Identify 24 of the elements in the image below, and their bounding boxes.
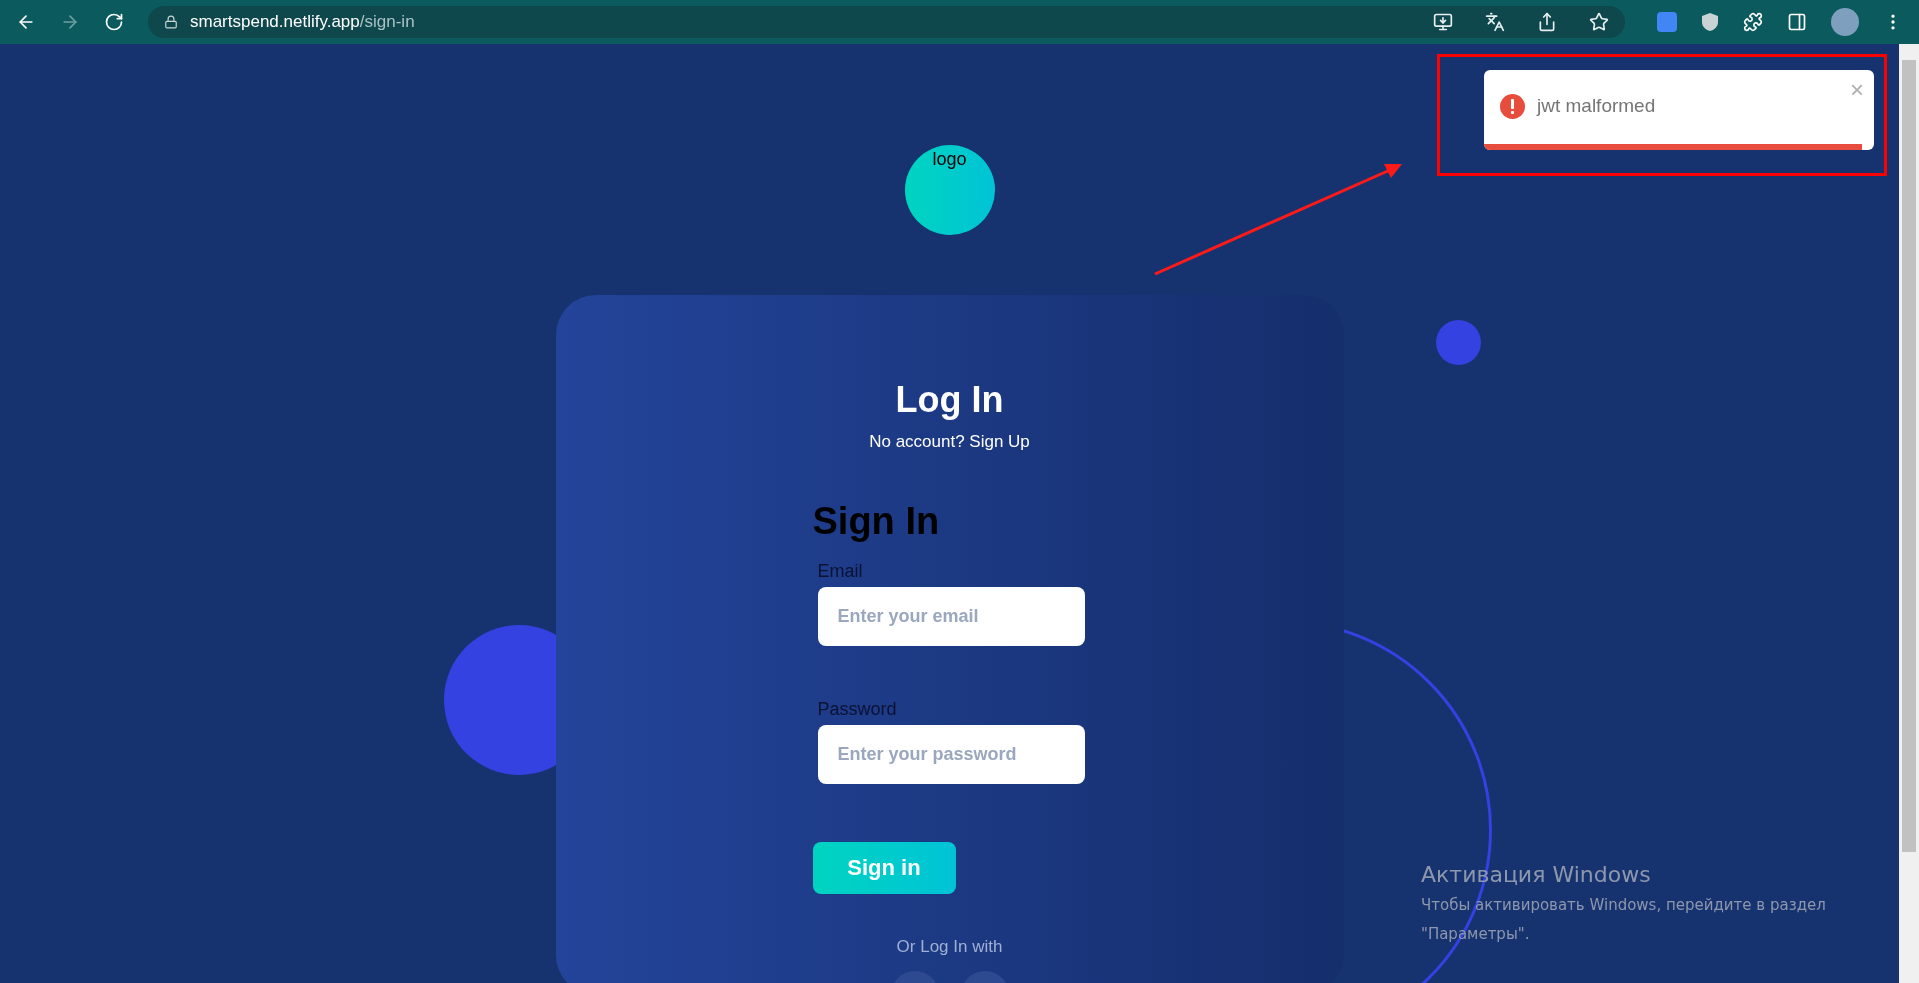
reload-icon[interactable] — [104, 12, 124, 32]
field-label: Password — [817, 697, 898, 721]
scrollbar[interactable] — [1899, 44, 1919, 983]
share-icon[interactable] — [1537, 12, 1557, 32]
bookmark-star-icon[interactable] — [1589, 12, 1609, 32]
translate-icon[interactable] — [1485, 12, 1505, 32]
alt-login-text: Or Log In with — [896, 935, 1003, 958]
error-icon — [1500, 93, 1525, 119]
lock-icon — [164, 15, 178, 29]
shield-icon[interactable] — [1701, 12, 1719, 32]
url-text: smartspend.netlify.app/sign-in — [190, 11, 415, 34]
extensions-icon[interactable] — [1743, 12, 1763, 32]
form-title: Sign In — [812, 498, 941, 544]
input-field[interactable]: Enter your password — [817, 724, 1085, 784]
logo-alt-text: logo — [932, 148, 967, 171]
card-title: Log In — [895, 378, 1004, 422]
address-bar[interactable]: smartspend.netlify.app/sign-in — [148, 6, 1625, 38]
side-panel-icon[interactable] — [1787, 12, 1807, 32]
signup-prompt[interactable]: No account? Sign Up — [869, 429, 1030, 455]
input-field[interactable]: Enter your email — [817, 586, 1085, 646]
field-label: Email — [817, 559, 864, 583]
profile-avatar[interactable] — [1831, 8, 1859, 36]
install-icon[interactable] — [1433, 12, 1453, 32]
toast-message: jwt malformed — [1537, 93, 1656, 118]
